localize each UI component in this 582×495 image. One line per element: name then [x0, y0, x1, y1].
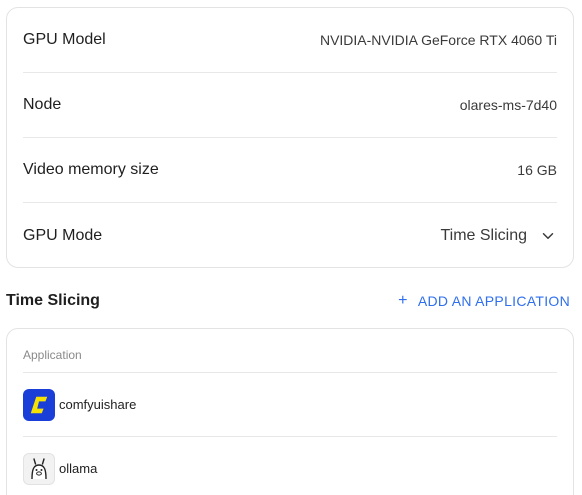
gpu-model-label: GPU Model: [23, 31, 106, 48]
gpu-model-value: NVIDIA-NVIDIA GeForce RTX 4060 Ti: [319, 32, 557, 48]
gpu-info-card: GPU Model NVIDIA-NVIDIA GeForce RTX 4060…: [6, 7, 574, 268]
app-name: comfyuishare: [59, 397, 137, 412]
app-row-comfyuishare[interactable]: comfyuishare: [23, 373, 557, 437]
chevron-down-icon: [542, 232, 554, 239]
gpu-mode-row: GPU Mode Time Slicing: [23, 203, 557, 268]
application-column-header: Application: [23, 329, 557, 373]
app-row-ollama[interactable]: ollama: [23, 437, 557, 495]
comfyui-icon: [23, 388, 55, 421]
node-row: Node olares-ms-7d40: [23, 73, 557, 138]
add-application-button[interactable]: + ADD AN APPLICATION: [398, 292, 570, 310]
gpu-mode-select[interactable]: Time Slicing: [440, 227, 557, 245]
applications-card: Application comfyuishare ollama: [6, 328, 574, 495]
gpu-mode-label: GPU Mode: [23, 226, 103, 244]
video-memory-label: Video memory size: [23, 161, 159, 178]
ollama-icon: [23, 452, 55, 485]
gpu-model-row: GPU Model NVIDIA-NVIDIA GeForce RTX 4060…: [23, 8, 557, 73]
node-label: Node: [23, 96, 62, 113]
add-application-label: ADD AN APPLICATION: [417, 293, 570, 309]
app-name: ollama: [59, 461, 98, 476]
video-memory-value: 16 GB: [517, 162, 557, 178]
video-memory-row: Video memory size 16 GB: [23, 138, 557, 203]
node-value: olares-ms-7d40: [459, 97, 557, 113]
section-title: Time Slicing: [6, 292, 100, 309]
gpu-mode-value: Time Slicing: [440, 226, 527, 244]
plus-icon: +: [398, 292, 408, 309]
